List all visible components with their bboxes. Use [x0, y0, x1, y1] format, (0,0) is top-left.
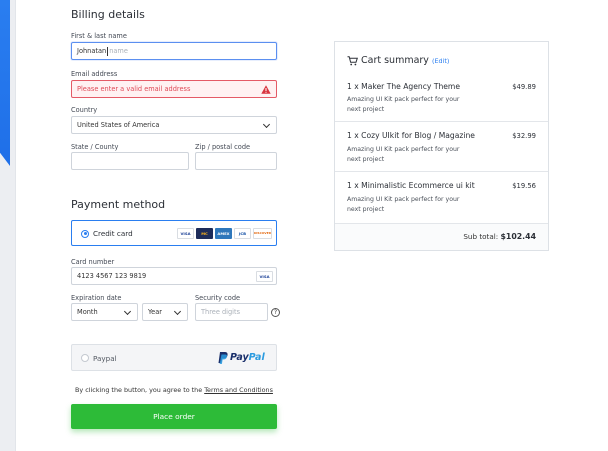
cart-item-desc: Amazing UI Kit pack perfect for your nex…	[347, 96, 460, 113]
visa-icon: VISA	[256, 271, 273, 282]
cart-item-title: 1 x Cozy UIkit for Blog / Magazine	[347, 131, 475, 140]
help-icon[interactable]: ?	[271, 308, 280, 317]
paypal-logo-icon	[218, 352, 228, 364]
email-error-text: Please enter a valid email address	[77, 85, 191, 93]
security-placeholder: Three digits	[201, 308, 241, 316]
visa-icon: VISA	[177, 227, 194, 239]
email-label: Email address	[71, 70, 118, 78]
cart-edit-link[interactable]: (Edit)	[432, 57, 449, 65]
cart-item-price: $19.56	[512, 182, 536, 190]
card-number-value: 4123 4567 123 9819	[77, 272, 147, 280]
paypal-wordmark-pal: Pal	[248, 351, 265, 363]
cart-title: Cart summary	[361, 55, 429, 66]
country-label: Country	[71, 106, 98, 114]
credit-card-radio[interactable]	[81, 229, 89, 238]
credit-card-label: Credit card	[93, 229, 133, 238]
cart-item-title: 1 x Maker The Agency Theme	[347, 82, 461, 91]
country-select[interactable]: United States of America	[71, 116, 277, 134]
subtotal-value: $102.44	[500, 232, 536, 241]
year-value: Year	[148, 308, 162, 316]
left-divider	[15, 0, 16, 451]
chevron-down-icon	[123, 307, 132, 316]
subtotal: Sub total: $102.44	[463, 232, 536, 241]
terms-text: By clicking the button, you agree to the…	[71, 386, 277, 394]
security-field[interactable]: Three digits	[195, 303, 268, 321]
security-label: Security code	[195, 294, 241, 302]
left-accent-stripe	[0, 0, 10, 166]
billing-title: Billing details	[71, 8, 145, 21]
chevron-down-icon	[262, 120, 271, 129]
terms-prefix: By clicking the button, you agree to the	[75, 386, 205, 394]
paypal-wordmark: PayPal	[230, 352, 265, 363]
warning-icon	[261, 85, 271, 94]
cart-item-title: 1 x Minimalistic Ecommerce ui kit	[347, 181, 475, 190]
email-field[interactable]: Please enter a valid email address	[71, 80, 277, 98]
credit-card-option[interactable]: Credit card VISA MC AMEX JCB DISCOVER	[71, 220, 277, 246]
amex-icon: AMEX	[215, 227, 232, 239]
state-label: State / County	[71, 143, 119, 151]
zip-field[interactable]	[195, 152, 277, 170]
cart-divider	[335, 121, 548, 122]
name-label: First & last name	[71, 32, 127, 40]
cart-item-desc: Amazing UI Kit pack perfect for your nex…	[347, 196, 460, 213]
expiration-label: Expiration date	[71, 294, 122, 302]
year-select[interactable]: Year	[142, 303, 188, 321]
month-select[interactable]: Month	[71, 303, 138, 321]
subtotal-label: Sub total:	[463, 232, 499, 241]
cart-item-price: $49.89	[512, 83, 536, 91]
payment-title: Payment method	[71, 198, 166, 211]
state-field[interactable]	[71, 152, 189, 170]
text-caret	[107, 46, 109, 56]
cart-icon	[347, 56, 358, 66]
cart-item-price: $32.99	[512, 132, 536, 140]
discover-icon: DISCOVER	[253, 227, 272, 239]
name-value: Johnatan	[77, 47, 107, 55]
terms-link[interactable]: Terms and Conditions	[204, 386, 273, 394]
zip-label: Zip / postal code	[195, 143, 251, 151]
jcb-icon: JCB	[234, 227, 251, 239]
paypal-option[interactable]: Paypal PayPal	[71, 344, 277, 371]
cart-footer: Sub total: $102.44	[335, 223, 548, 250]
card-number-label: Card number	[71, 258, 115, 266]
cart-title-wrap: Cart summary (Edit)	[361, 55, 449, 66]
cart-divider	[335, 171, 548, 172]
month-value: Month	[77, 308, 98, 316]
mastercard-icon: MC	[196, 227, 213, 239]
paypal-wordmark-pay: Pay	[230, 351, 249, 363]
name-field[interactable]: Johnatan name	[71, 42, 277, 60]
paypal-radio[interactable]	[81, 354, 89, 362]
name-placeholder: name	[109, 47, 128, 55]
cart-item-desc: Amazing UI Kit pack perfect for your nex…	[347, 146, 460, 163]
paypal-label: Paypal	[93, 354, 117, 363]
chevron-down-icon	[173, 307, 182, 316]
card-number-field[interactable]: 4123 4567 123 9819 VISA	[71, 267, 277, 285]
place-order-button[interactable]: Place order	[71, 404, 277, 429]
cart-summary-panel: Cart summary (Edit) 1 x Maker The Agency…	[334, 41, 549, 251]
card-logos: VISA MC AMEX JCB DISCOVER	[177, 227, 272, 239]
country-value: United States of America	[77, 121, 160, 129]
